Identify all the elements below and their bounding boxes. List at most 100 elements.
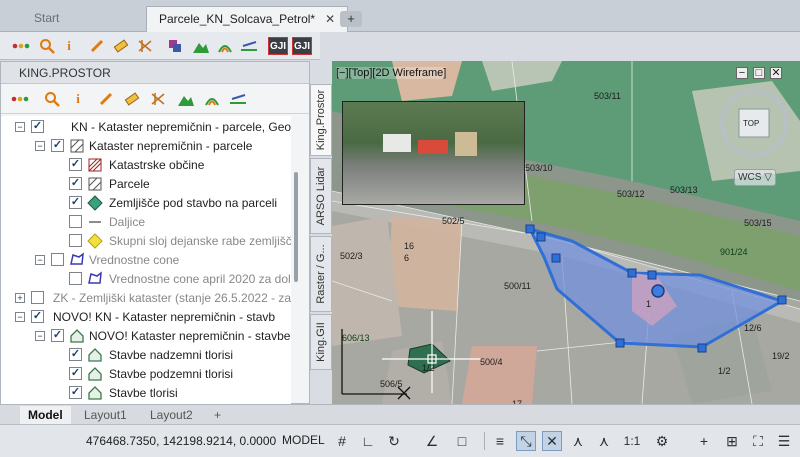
contour-icon[interactable] xyxy=(216,37,234,55)
expand-icon[interactable]: + xyxy=(15,293,25,303)
tree-scrollbar[interactable] xyxy=(294,172,298,282)
yellow-diamond-icon xyxy=(87,233,103,249)
tree-item-stavbe-podzemni[interactable]: ✓ Stavbe podzemni tlorisi xyxy=(1,365,291,384)
measure-icon[interactable] xyxy=(123,90,141,108)
collapse-icon[interactable]: − xyxy=(35,141,45,151)
layer-checkbox[interactable]: ✓ xyxy=(51,139,64,152)
tab-layout1[interactable]: Layout1 xyxy=(76,406,135,424)
layer-checkbox[interactable]: ✓ xyxy=(69,272,82,285)
tree-item-skupni-sloj[interactable]: ✓ Skupni sloj dejanske rabe zemljišč xyxy=(1,232,291,251)
object-snap-icon[interactable]: □ xyxy=(452,431,472,451)
hatch-icon[interactable] xyxy=(149,90,167,108)
viewport-restore-icon[interactable]: □ xyxy=(753,67,765,79)
snap-mode-icon[interactable]: ∟ xyxy=(358,431,378,451)
dynamic-ucs-icon[interactable]: ⤡ xyxy=(516,431,536,451)
layer-checkbox[interactable]: ✓ xyxy=(31,120,44,133)
measure-icon[interactable] xyxy=(112,37,130,55)
layer-checkbox[interactable]: ✓ xyxy=(31,310,44,323)
tree-item-katastrske-obcine[interactable]: ✓ Katastrske občine xyxy=(1,156,291,175)
layer-checkbox[interactable]: ✓ xyxy=(69,158,82,171)
model-space-button[interactable]: MODEL xyxy=(282,433,325,447)
tree-item-zemljisce[interactable]: ✓ Zemljišče pod stavbo na parceli xyxy=(1,194,291,213)
tree-item-stavbe-tlorisi[interactable]: ✓ Stavbe tlorisi xyxy=(1,384,291,403)
layer-checkbox[interactable]: ✓ xyxy=(69,386,82,399)
close-tab-icon[interactable]: ✕ xyxy=(325,12,335,26)
isolate-objects-icon[interactable]: ⊞ xyxy=(722,431,742,451)
tab-king-prostor[interactable]: King.Prostor xyxy=(310,84,332,156)
layers-dots-icon[interactable] xyxy=(11,90,29,108)
tree-item-daljice[interactable]: ✓ Daljice xyxy=(1,213,291,232)
level-icon[interactable] xyxy=(240,37,258,55)
new-tab-button[interactable]: + xyxy=(340,11,362,27)
gear-icon[interactable]: ⚙ xyxy=(652,431,672,451)
layer-checkbox[interactable]: ✓ xyxy=(69,177,82,190)
terrain-icon[interactable] xyxy=(177,90,195,108)
pencil-icon[interactable] xyxy=(88,37,106,55)
grid-icon[interactable]: # xyxy=(332,431,352,451)
polar-tracking-icon[interactable]: ↻ xyxy=(384,431,404,451)
tab-model[interactable]: Model xyxy=(20,406,71,424)
layer-checkbox[interactable]: ✓ xyxy=(69,196,82,209)
viewport-controls-label[interactable]: [−][Top][2D Wireframe] xyxy=(336,67,447,79)
isometric-icon[interactable]: ∠ xyxy=(422,431,442,451)
auto-scale-icon[interactable]: ⋏ xyxy=(594,431,614,451)
tree-item-novo-stavbe[interactable]: − ✓ NOVO! Kataster nepremičnin - stavbe xyxy=(1,327,291,346)
viewcube-top-label[interactable]: TOP xyxy=(743,119,759,128)
tab-raster[interactable]: Raster / G... xyxy=(310,236,332,312)
tree-item-vrednostne-cone-2020[interactable]: ✓ Vrednostne cone april 2020 za dolo xyxy=(1,270,291,289)
tree-item-zk[interactable]: + ✓ ZK - Zemljiški kataster (stanje 26.5… xyxy=(1,289,291,308)
layer-checkbox[interactable]: ✓ xyxy=(51,253,64,266)
tree-item-parcele[interactable]: ✓ Parcele xyxy=(1,175,291,194)
tree-item-vrednostne-cone[interactable]: − ✓ Vrednostne cone xyxy=(1,251,291,270)
info-icon[interactable]: i xyxy=(60,37,78,55)
layer-checkbox[interactable]: ✓ xyxy=(69,348,82,361)
tab-drawing[interactable]: Parcele_KN_Solcava_Petrol* ✕ xyxy=(146,6,349,32)
add-icon[interactable]: + xyxy=(694,431,714,451)
tab-start[interactable]: Start xyxy=(22,6,71,32)
annotation-visibility-icon[interactable]: ⋏ xyxy=(568,431,588,451)
tree-item-novo-kn[interactable]: − ✓ NOVO! KN - Kataster nepremičnin - st… xyxy=(1,308,291,327)
tree-item-stavbe-nadzemni[interactable]: ✓ Stavbe nadzemni tlorisi xyxy=(1,346,291,365)
viewport-minimize-icon[interactable]: − xyxy=(736,67,748,79)
hatch-icon[interactable] xyxy=(136,37,154,55)
terrain-icon[interactable] xyxy=(192,37,210,55)
collapse-icon[interactable]: − xyxy=(15,312,25,322)
tab-layout2[interactable]: Layout2 xyxy=(142,406,201,424)
side-tab-label: Raster / G... xyxy=(315,244,327,304)
tree-item-kn-parcele[interactable]: − ✓ Kataster nepremičnin - parcele xyxy=(1,137,291,156)
fullscreen-icon[interactable]: ⛶ xyxy=(748,431,768,451)
search-icon[interactable] xyxy=(38,37,56,55)
add-layout-button[interactable]: + xyxy=(206,406,229,424)
customize-menu-icon[interactable]: ☰ xyxy=(774,431,794,451)
drawing-viewport[interactable]: [−][Top][2D Wireframe] TOP WCS ▽ − □ ✕ 5… xyxy=(332,61,800,404)
layer-checkbox[interactable]: ✓ xyxy=(69,215,82,228)
selection-cycling-icon[interactable]: ✕ xyxy=(542,431,562,451)
collapse-icon[interactable]: − xyxy=(15,122,25,132)
coordinate-readout[interactable]: 476468.7350, 142198.9214, 0.0000 xyxy=(86,434,276,448)
level-icon[interactable] xyxy=(229,90,247,108)
lineweight-icon[interactable]: ≡ xyxy=(490,431,510,451)
collapse-icon[interactable]: − xyxy=(35,255,45,265)
search-icon[interactable] xyxy=(43,90,61,108)
info-icon[interactable]: i xyxy=(69,90,87,108)
contour-icon[interactable] xyxy=(203,90,221,108)
annotation-scale-dropdown[interactable]: 1:1 xyxy=(618,431,646,451)
gji-icon[interactable]: GJI xyxy=(268,37,288,55)
tab-king-gii[interactable]: King.GII xyxy=(310,314,332,370)
tree-item-label: Skupni sloj dejanske rabe zemljišč xyxy=(109,234,291,248)
gji-alt-icon[interactable]: GJI xyxy=(292,37,312,55)
viewport-close-icon[interactable]: ✕ xyxy=(770,67,782,79)
tree-item-kn[interactable]: − ✓ KN - Kataster nepremičnin - parcele,… xyxy=(1,118,291,137)
tab-arso-lidar[interactable]: ARSO Lidar xyxy=(310,158,332,234)
layer-checkbox[interactable]: ✓ xyxy=(31,291,44,304)
stack-icon[interactable] xyxy=(166,37,184,55)
layer-checkbox[interactable]: ✓ xyxy=(69,367,82,380)
layers-dots-icon[interactable] xyxy=(12,37,30,55)
pencil-icon[interactable] xyxy=(97,90,115,108)
layer-checkbox[interactable]: ✓ xyxy=(51,329,64,342)
layer-checkbox[interactable]: ✓ xyxy=(69,234,82,247)
collapse-icon[interactable]: − xyxy=(35,331,45,341)
parcel-label: 503/12 xyxy=(617,189,645,199)
hatch-layer-icon xyxy=(70,139,84,153)
wcs-menu[interactable]: WCS ▽ xyxy=(734,169,776,186)
